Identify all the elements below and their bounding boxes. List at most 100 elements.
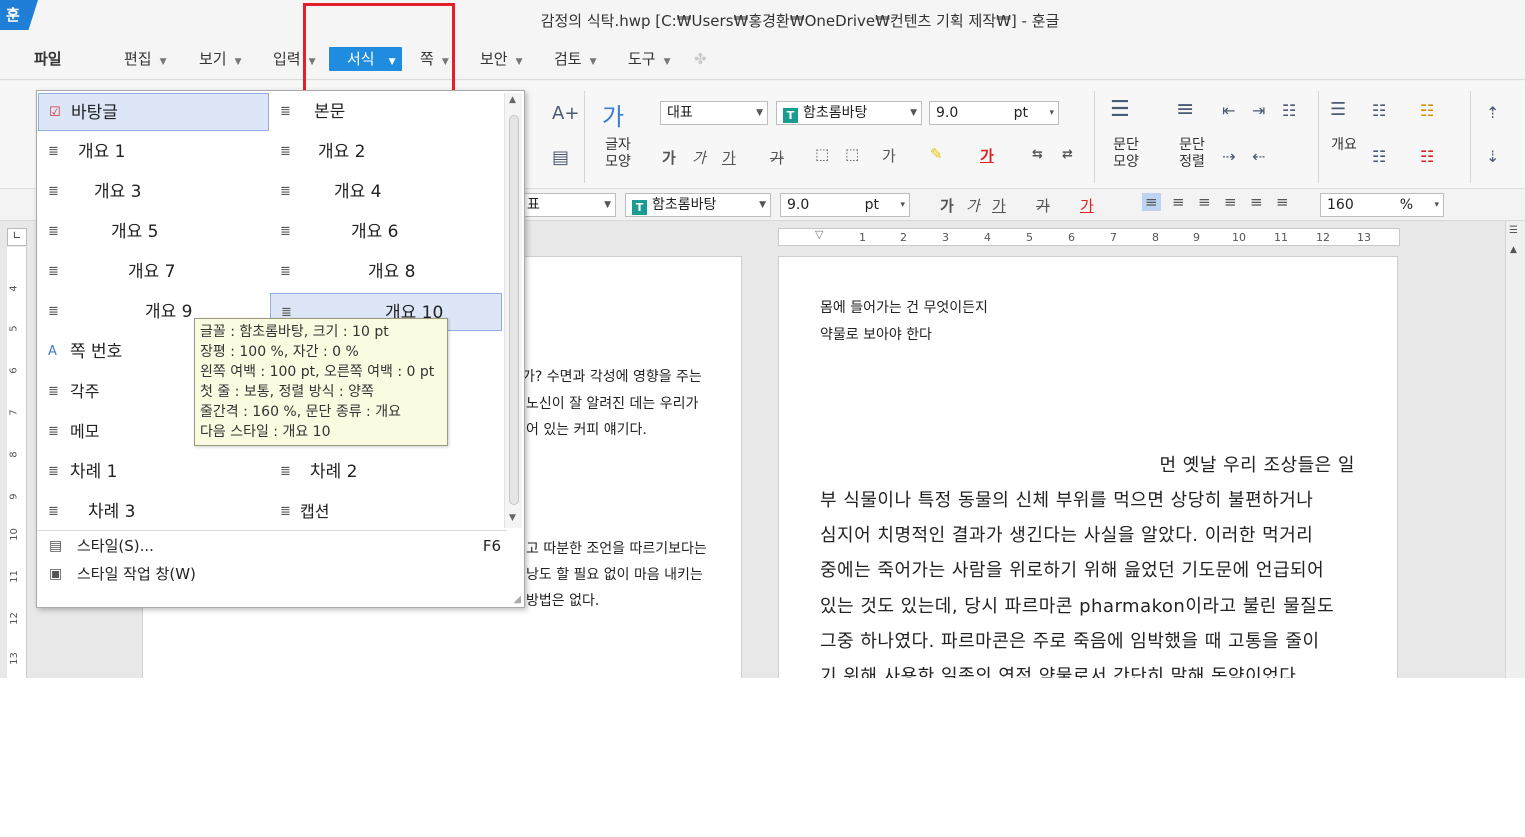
align-divide-icon[interactable]: ≡ xyxy=(1276,193,1289,211)
style-add-icon[interactable]: A+ xyxy=(552,103,579,124)
align-center-icon[interactable]: ≡ xyxy=(1198,193,1211,211)
style-item-label: 차례 2 xyxy=(310,462,358,482)
numbered-list-2-icon[interactable]: ☷ xyxy=(1420,147,1434,166)
style-item-차례-1[interactable]: ≣ 차례 1 xyxy=(38,453,269,491)
style-item-개요-2[interactable]: ≣ 개요 2 xyxy=(270,133,502,171)
paragraph-style-icon: ≣ xyxy=(280,184,291,199)
style-item-개요-3[interactable]: ≣ 개요 3 xyxy=(38,173,269,211)
char-spacing-narrow-icon[interactable]: ⇆ xyxy=(1032,147,1043,162)
toolbar-font-value: 함초롬바탕 xyxy=(652,197,717,213)
menu-edit[interactable]: 편집 ▼ xyxy=(124,47,167,71)
style-item-캡션[interactable]: ≣ 캡션 xyxy=(270,493,502,531)
underline-icon[interactable]: 가 xyxy=(992,195,1006,216)
tooltip-line: 첫 줄 : 보통, 정렬 방식 : 양쪽 xyxy=(200,384,374,400)
char-shape-label-2: 모양 xyxy=(605,154,631,170)
para-spacing-down-icon[interactable]: ⇣ xyxy=(1486,147,1499,166)
chevron-down-icon: ▼ xyxy=(604,200,611,210)
strikethrough-icon[interactable]: 가 xyxy=(770,147,784,168)
italic-icon[interactable]: 가 xyxy=(692,147,706,168)
toolbar-font-combo[interactable]: T 함초롬바탕 ▼ xyxy=(625,193,771,217)
outline-number-icon[interactable]: ☰ xyxy=(1330,99,1346,120)
ribbon-style-combo[interactable]: 대표 ▼ xyxy=(660,101,768,125)
style-item-본문[interactable]: ≣ 본문 xyxy=(270,93,502,131)
style-edit-icon[interactable]: ▤ xyxy=(552,147,569,168)
menu-file[interactable]: 파일 xyxy=(34,47,62,71)
highlight-pen-icon[interactable]: ✎ xyxy=(930,145,943,163)
font-color-icon[interactable]: 가 xyxy=(1080,195,1094,216)
toolbar-style-combo[interactable]: 표 ▼ xyxy=(520,193,616,217)
scroll-up-icon[interactable]: ▲ xyxy=(1510,245,1517,255)
bullet-list-icon[interactable]: ☷ xyxy=(1372,101,1386,120)
style-item-개요-8[interactable]: ≣ 개요 8 xyxy=(270,253,502,291)
scroll-up-icon[interactable]: ▲ xyxy=(509,95,516,105)
bold-icon[interactable]: 가 xyxy=(662,147,676,168)
line-spacing-combo[interactable]: 160% ▾ xyxy=(1320,193,1444,217)
menu-security[interactable]: 보안 ▼ xyxy=(480,47,523,71)
bullet-list-2-icon[interactable]: ☷ xyxy=(1372,147,1386,166)
bold-icon[interactable]: 가 xyxy=(940,195,954,216)
puzzle-icon[interactable]: ✤ xyxy=(694,47,707,71)
indent-right-icon[interactable]: ⇥ xyxy=(1252,101,1265,120)
scroll-thumb[interactable] xyxy=(509,115,519,505)
style-item-개요-7[interactable]: ≣ 개요 7 xyxy=(38,253,269,291)
style-item-개요-1[interactable]: ≣ 개요 1 xyxy=(38,133,269,171)
paragraph-shape-icon[interactable]: ☰ xyxy=(1110,97,1130,122)
dropdown-scrollbar[interactable]: ▲ ▼ xyxy=(504,93,522,528)
para-spacing-up-icon[interactable]: ⇡ xyxy=(1486,103,1499,122)
style-item-바탕글[interactable]: ☑ 바탕글 xyxy=(38,93,269,131)
h-ruler-number: 11 xyxy=(1274,231,1288,244)
char-shape-button[interactable]: 글자 모양 xyxy=(598,137,638,171)
separator xyxy=(1470,91,1471,183)
char-shape-icon[interactable]: 가 xyxy=(602,97,624,132)
style-item-차례-2[interactable]: ≣ 차례 2 xyxy=(270,453,502,491)
menu-view[interactable]: 보기 ▼ xyxy=(199,47,242,71)
numbered-list-icon[interactable]: ☷ xyxy=(1420,101,1434,120)
style-item-label: 차례 1 xyxy=(70,462,118,482)
menu-tools[interactable]: 도구 ▼ xyxy=(628,47,671,71)
ribbon-size-combo[interactable]: 9.0 pt ▾ xyxy=(929,101,1059,125)
indent-left-icon[interactable]: ⇤ xyxy=(1222,101,1235,120)
truetype-font-icon: T xyxy=(632,200,647,215)
paragraph-align-icon[interactable]: ≡ xyxy=(1176,97,1194,122)
style-item-차례-3[interactable]: ≣ 차례 3 xyxy=(38,493,269,531)
style-dialog-menu-item[interactable]: ▤ 스타일(S)... F6 xyxy=(37,533,507,559)
vertical-ruler[interactable]: 4 5 6 7 8 9 10 11 12 13 xyxy=(7,247,27,678)
indent-marker-icon[interactable]: ▽ xyxy=(815,228,823,241)
italic-icon[interactable]: 가 xyxy=(966,195,980,216)
outline-char-icon[interactable]: 가 xyxy=(882,145,896,166)
para-shape-button[interactable]: 문단 모양 xyxy=(1106,137,1146,171)
indent-first-icon[interactable]: ⇢ xyxy=(1222,147,1235,166)
para-align-button[interactable]: 문단 정렬 xyxy=(1170,137,1214,171)
align-right-icon[interactable]: ≡ xyxy=(1224,193,1237,211)
resize-grip-icon[interactable]: ◢ xyxy=(513,594,521,605)
style-pane-menu-item[interactable]: ▣ 스타일 작업 창(W) xyxy=(37,561,507,587)
scroll-menu-icon[interactable]: ☰ xyxy=(1509,225,1518,236)
style-item-개요-5[interactable]: ≣ 개요 5 xyxy=(38,213,269,251)
outline-button[interactable]: 개요 xyxy=(1326,137,1362,154)
line-spacing-icon[interactable]: ☷ xyxy=(1282,101,1296,120)
ruler-corner-tab-icon[interactable]: ∟ xyxy=(7,228,27,246)
superscript-icon[interactable]: ⬚ xyxy=(815,145,829,163)
underline-icon[interactable]: 가 xyxy=(722,147,736,168)
ribbon-font-combo[interactable]: T 함초롬바탕 ▼ xyxy=(776,101,922,125)
menu-review[interactable]: 검토 ▼ xyxy=(554,47,597,71)
h-ruler-number: 2 xyxy=(900,231,907,244)
align-left-icon[interactable]: ≡ xyxy=(1172,193,1185,211)
align-distribute-icon[interactable]: ≡ xyxy=(1250,193,1263,211)
char-spacing-wide-icon[interactable]: ⇄ xyxy=(1062,147,1073,162)
outdent-icon[interactable]: ⇠ xyxy=(1252,147,1265,166)
font-color-icon[interactable]: 가 xyxy=(980,145,994,166)
horizontal-ruler[interactable]: 1 2 3 4 5 6 7 8 9 10 11 12 13 ▽ xyxy=(778,228,1400,246)
toolbar-size-combo[interactable]: 9.0 pt ▾ xyxy=(780,193,910,217)
left-page-line: 가? 수면과 각성에 영향을 주는 xyxy=(522,369,702,385)
scroll-down-icon[interactable]: ▼ xyxy=(509,513,516,523)
chevron-down-icon: ▼ xyxy=(663,57,671,67)
document-scrollbar[interactable]: ☰ ▲ xyxy=(1505,221,1525,678)
strikethrough-icon[interactable]: 가 xyxy=(1036,195,1050,216)
style-item-개요-4[interactable]: ≣ 개요 4 xyxy=(270,173,502,211)
style-item-개요-6[interactable]: ≣ 개요 6 xyxy=(270,213,502,251)
v-ruler-number: 6 xyxy=(8,367,20,374)
v-ruler-number: 8 xyxy=(8,451,20,458)
subscript-icon[interactable]: ⬚ xyxy=(845,145,859,163)
align-justify-icon[interactable]: ≡ xyxy=(1142,193,1161,211)
